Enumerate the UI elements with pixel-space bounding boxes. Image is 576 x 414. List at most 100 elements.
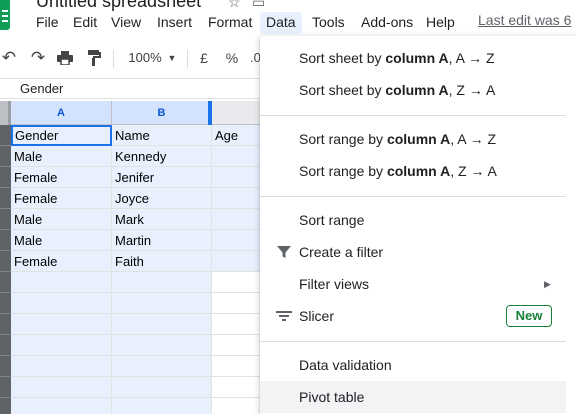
formula-input[interactable]: Gender [20,81,63,96]
cell-b6[interactable]: Martin [112,230,212,251]
row-header[interactable] [0,293,11,314]
empty-cell[interactable] [112,398,212,414]
row-header[interactable] [0,146,11,167]
menu-item-label: , Z → A [450,163,497,179]
new-badge: New [506,305,552,327]
cell-b5[interactable]: Mark [112,209,212,230]
undo-icon[interactable]: ↶ [0,44,18,72]
column-resize-handle[interactable] [208,101,212,125]
currency-format-button[interactable]: £ [196,44,212,72]
empty-cell[interactable] [112,335,212,356]
menu-divider [260,341,566,342]
redo-icon[interactable]: ↷ [28,44,48,72]
print-icon[interactable] [54,44,76,72]
cell-a5[interactable]: Male [11,209,112,230]
menu-item-label: , A → Z [448,50,495,66]
row-header[interactable] [0,167,11,188]
filter-icon [277,246,291,258]
toolbar-divider [187,50,188,68]
menu-item-data-validation[interactable]: Data validation [260,349,566,381]
select-all-corner[interactable] [0,101,11,125]
row-header[interactable] [0,356,11,377]
data-menu-dropdown: Sort sheet by column A, A → Z Sort sheet… [260,36,576,414]
cell-a7[interactable]: Female [11,251,112,272]
menu-format[interactable]: Format [202,12,258,34]
paint-format-icon[interactable] [84,44,104,72]
menu-file[interactable]: File [30,12,65,34]
menu-item-label: Sort range by [299,163,387,179]
empty-cell[interactable] [112,272,212,293]
cell-b3[interactable]: Jenifer [112,167,212,188]
menu-item-label-bold: column A [385,50,449,66]
cell-a2[interactable]: Male [11,146,112,167]
column-header-b[interactable]: B [112,101,212,125]
move-folder-icon[interactable]: ▭ [252,0,265,11]
row-header[interactable] [0,272,11,293]
row-header[interactable] [0,398,11,414]
row-header[interactable] [0,377,11,398]
logo-line [2,10,8,12]
cell-a3[interactable]: Female [11,167,112,188]
cell-a4[interactable]: Female [11,188,112,209]
row-header[interactable] [0,335,11,356]
menu-view[interactable]: View [105,12,147,34]
cell-b7[interactable]: Faith [112,251,212,272]
menu-edit[interactable]: Edit [67,12,103,34]
row-header[interactable] [0,188,11,209]
row-header[interactable] [0,314,11,335]
empty-cell[interactable] [11,356,112,377]
menu-item-filter-views[interactable]: Filter views ▶ [260,268,566,300]
empty-cell[interactable] [11,398,112,414]
menu-help[interactable]: Help [420,12,461,34]
menu-data[interactable]: Data [260,12,302,34]
empty-cell[interactable] [112,356,212,377]
row-header[interactable] [0,209,11,230]
menu-insert[interactable]: Insert [151,12,198,34]
menu-divider [260,115,566,116]
cell-b2[interactable]: Kennedy [112,146,212,167]
menu-item-sort-range[interactable]: Sort range [260,204,566,236]
menu-item-sort-sheet-za[interactable]: Sort sheet by column A, Z → A [260,74,566,106]
menu-divider [260,196,566,197]
menu-item-sort-range-az[interactable]: Sort range by column A, A → Z [260,123,566,155]
zoom-select[interactable]: 100% [122,44,168,72]
column-header-a[interactable]: A [11,101,112,125]
submenu-arrow-icon: ▶ [544,279,551,289]
last-edit-link[interactable]: Last edit was 6 [478,12,571,28]
menu-item-label: Create a filter [299,244,384,260]
menu-tools[interactable]: Tools [306,12,351,34]
toolbar-divider [113,50,114,68]
menu-item-label: , Z → A [448,82,496,98]
cell-a1[interactable]: Gender [11,125,112,146]
row-header[interactable] [0,125,11,146]
cell-a6[interactable]: Male [11,230,112,251]
menu-item-create-filter[interactable]: Create a filter [260,236,566,268]
empty-cell[interactable] [11,335,112,356]
empty-cell[interactable] [112,377,212,398]
empty-cell[interactable] [112,293,212,314]
menu-item-label: Filter views [299,276,370,292]
menu-item-slicer[interactable]: Slicer New [260,300,566,332]
slicer-icon [276,311,292,321]
row-header[interactable] [0,251,11,272]
menu-addons[interactable]: Add-ons [355,12,419,34]
document-title[interactable]: Untitled spreadsheet [36,0,201,12]
menu-item-pivot-table[interactable]: Pivot table [260,381,566,413]
row-header[interactable] [0,230,11,251]
menu-item-sort-sheet-az[interactable]: Sort sheet by column A, A → Z [260,42,566,74]
menu-item-sort-range-za[interactable]: Sort range by column A, Z → A [260,155,566,187]
empty-cell[interactable] [11,314,112,335]
empty-cell[interactable] [11,377,112,398]
logo-line [2,20,8,22]
cell-b4[interactable]: Joyce [112,188,212,209]
sheets-logo-icon[interactable] [0,0,10,30]
empty-cell[interactable] [11,272,112,293]
percent-format-button[interactable]: % [224,44,240,72]
empty-cell[interactable] [11,293,112,314]
empty-cell[interactable] [112,314,212,335]
cell-b1[interactable]: Name [112,125,212,146]
star-icon[interactable]: ☆ [228,0,241,11]
chevron-down-icon[interactable]: ▼ [166,44,178,72]
menu-item-label: Sort range [299,212,365,228]
menu-item-label: Pivot table [299,389,365,405]
